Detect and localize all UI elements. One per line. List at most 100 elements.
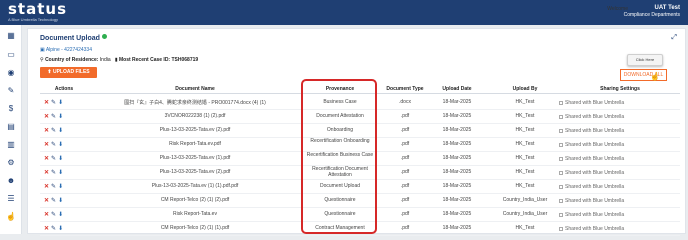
client-link[interactable]: ▣ Alpine - 4227424334	[40, 47, 92, 53]
document-name[interactable]: 3VCNOR022238 (1) (2).pdf	[95, 113, 295, 119]
share-checkbox[interactable]	[559, 129, 563, 133]
upload-date: 18-Mar-2025	[442, 169, 472, 175]
row-actions: ✕ ✎ ⬇	[44, 169, 63, 176]
row-actions: ✕ ✎ ⬇	[44, 197, 63, 204]
row-actions: ✕ ✎ ⬇	[44, 183, 63, 190]
list-icon[interactable]: ☰	[5, 193, 17, 205]
user-name: UAT Test	[654, 5, 680, 11]
download-icon[interactable]: ⬇	[58, 100, 63, 106]
row-actions: ✕ ✎ ⬇	[44, 225, 63, 232]
share-label: Shared with Blue Umbrella	[565, 170, 625, 176]
share-checkbox[interactable]	[559, 213, 563, 217]
row-actions: ✕ ✎ ⬇	[44, 155, 63, 162]
status-logo[interactable]: status A Blue Umbrella Technology	[8, 2, 67, 23]
share-checkbox[interactable]	[559, 227, 563, 231]
upload-by: HK_Test	[515, 183, 535, 189]
document-icon[interactable]: ▤	[5, 121, 17, 133]
document-name[interactable]: Plus-13-03-2025-Tata.ev (2).pdf	[95, 127, 295, 133]
share-checkbox[interactable]	[559, 185, 563, 189]
document-type: .pdf	[400, 211, 410, 217]
header-actions: Actions	[54, 86, 74, 92]
share-checkbox[interactable]	[559, 157, 563, 161]
upload-files-button[interactable]: ⬆ UPLOAD FILES	[40, 67, 97, 78]
delete-icon[interactable]: ✕	[44, 128, 49, 134]
delete-icon[interactable]: ✕	[44, 100, 49, 106]
edit-icon[interactable]: ✎	[51, 212, 56, 218]
edit-icon[interactable]: ✎	[51, 170, 56, 176]
row-actions: ✕ ✎ ⬇	[44, 141, 63, 148]
upload-date: 18-Mar-2025	[442, 155, 472, 161]
document-name[interactable]: CM Report-Telco (2) (1) (2).pdf	[95, 197, 295, 203]
card-icon[interactable]: ▭	[5, 49, 17, 61]
share-checkbox[interactable]	[559, 143, 563, 147]
edit-icon[interactable]: ✎	[51, 226, 56, 232]
document-name[interactable]: Risk Report-Tata.ev	[95, 211, 295, 217]
upload-date: 18-Mar-2025	[442, 225, 472, 231]
download-icon[interactable]: ⬇	[58, 212, 63, 218]
document-name[interactable]: Risk Report-Tata.ev.pdf	[95, 141, 295, 147]
settings-icon[interactable]: ⚙	[5, 157, 17, 169]
delete-icon[interactable]: ✕	[44, 226, 49, 232]
edit-icon[interactable]: ✎	[51, 114, 56, 120]
user-icon[interactable]: ☻	[5, 175, 17, 187]
upload-by: Country_India_User	[502, 197, 548, 203]
user-menu[interactable]: UAT Test Compliance Departments	[624, 4, 680, 19]
share-label: Shared with Blue Umbrella	[565, 198, 625, 204]
edit-icon[interactable]: ✎	[51, 198, 56, 204]
chart-icon[interactable]: ▥	[5, 139, 17, 151]
dashboard-icon[interactable]: ▦	[5, 30, 17, 42]
download-icon[interactable]: ⬇	[58, 198, 63, 204]
delete-icon[interactable]: ✕	[44, 198, 49, 204]
document-name[interactable]: Plus-13-03-2025-Tata.ev (2).pdf	[95, 169, 295, 175]
upload-by: HK_Test	[515, 127, 535, 133]
share-checkbox[interactable]	[559, 171, 563, 175]
delete-icon[interactable]: ✕	[44, 142, 49, 148]
download-icon[interactable]: ⬇	[58, 184, 63, 190]
download-icon[interactable]: ⬇	[58, 114, 63, 120]
hand-icon[interactable]: ☝	[5, 211, 17, 223]
delete-icon[interactable]: ✕	[44, 156, 49, 162]
document-type: .pdf	[400, 225, 410, 231]
document-name[interactable]: CM Report-Telco (2) (1) (1).pdf	[95, 225, 295, 231]
download-icon[interactable]: ⬇	[58, 142, 63, 148]
document-name[interactable]: 國扫『玄』子白4、腾蛇求亲终测结婚 - PRO001774.docx (4) (…	[95, 99, 295, 106]
header-document-name: Document Name	[175, 86, 215, 92]
download-icon[interactable]: ⬇	[58, 170, 63, 176]
document-type: .pdf	[400, 169, 410, 175]
sharing-setting: Shared with Blue Umbrella	[559, 128, 624, 134]
expand-icon[interactable]: ⤢	[671, 34, 677, 42]
sharing-setting: Shared with Blue Umbrella	[559, 198, 624, 204]
share-checkbox[interactable]	[559, 199, 563, 203]
edit-icon[interactable]: ✎	[51, 100, 56, 106]
document-name[interactable]: Plus-13-03-2025-Tata.ev (1) (1).pdf.pdf	[95, 183, 295, 189]
share-label: Shared with Blue Umbrella	[565, 100, 625, 106]
upload-by: Country_India_User	[502, 211, 548, 217]
delete-icon[interactable]: ✕	[44, 114, 49, 120]
edit-icon[interactable]: ✎	[51, 128, 56, 134]
edit-icon[interactable]: ✎	[51, 184, 56, 190]
document-type: .pdf	[400, 141, 410, 147]
share-label: Shared with Blue Umbrella	[565, 142, 625, 148]
delete-icon[interactable]: ✕	[44, 170, 49, 176]
row-actions: ✕ ✎ ⬇	[44, 113, 63, 120]
download-icon[interactable]: ⬇	[58, 128, 63, 134]
sharing-setting: Shared with Blue Umbrella	[559, 226, 624, 232]
download-icon[interactable]: ⬇	[58, 156, 63, 162]
edit-icon[interactable]: ✎	[51, 156, 56, 162]
document-name[interactable]: Plus-13-03-2025-Tata.ev (1).pdf	[95, 155, 295, 161]
header-document-type: Document Type	[386, 86, 424, 92]
sharing-setting: Shared with Blue Umbrella	[559, 156, 624, 162]
dollar-icon[interactable]: $	[5, 103, 17, 115]
upload-by: HK_Test	[515, 113, 535, 119]
download-icon[interactable]: ⬇	[58, 226, 63, 232]
share-checkbox[interactable]	[559, 101, 563, 105]
delete-icon[interactable]: ✕	[44, 212, 49, 218]
delete-icon[interactable]: ✕	[44, 184, 49, 190]
upload-by: HK_Test	[515, 225, 535, 231]
status-ok-icon	[101, 34, 107, 39]
share-label: Shared with Blue Umbrella	[565, 156, 625, 162]
share-checkbox[interactable]	[559, 115, 563, 119]
eye-icon[interactable]: ◉	[5, 67, 17, 79]
edit-icon[interactable]: ✎	[51, 142, 56, 148]
report-icon[interactable]: ✎	[5, 85, 17, 97]
